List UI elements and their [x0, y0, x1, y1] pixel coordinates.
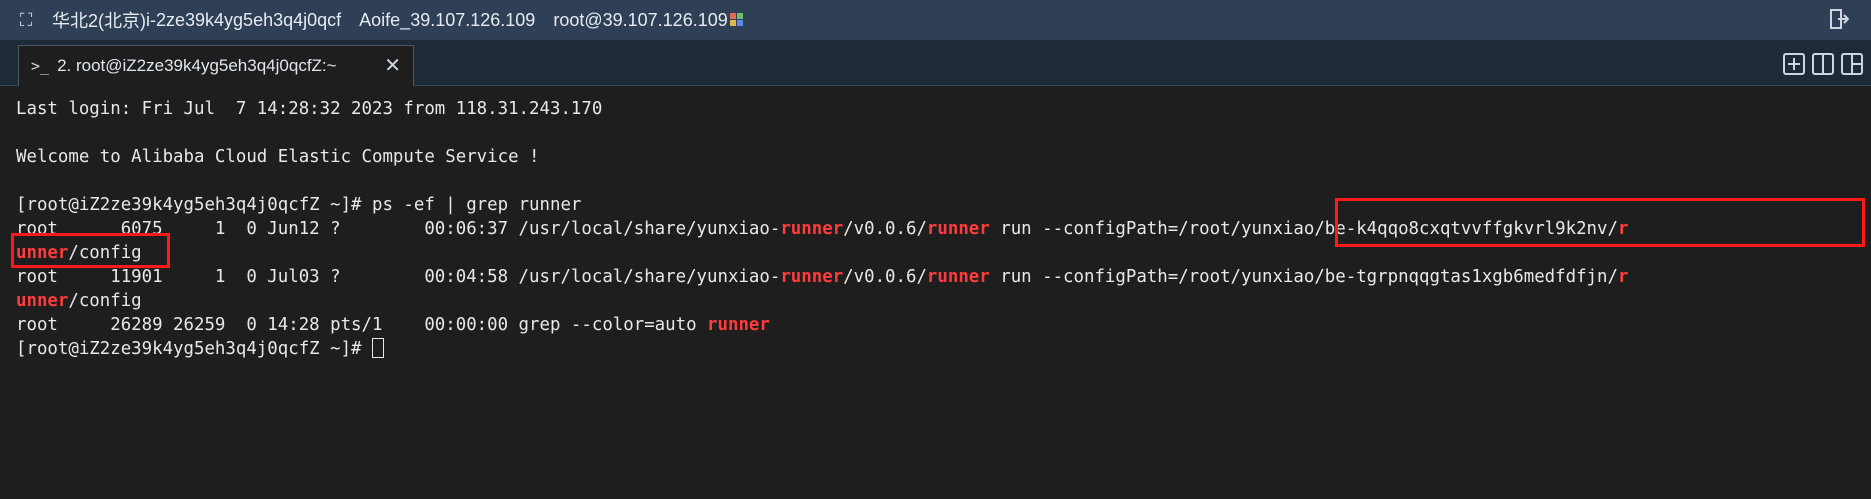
grep-match: runner	[780, 267, 844, 287]
process-text: /config	[68, 243, 142, 263]
process-text: root 26289 26259 0 14:28 pts/1 00:00:00 …	[16, 315, 708, 335]
grep-match: runner	[707, 315, 770, 335]
region-label: 华北2(北京)	[52, 11, 146, 31]
grep-match: r	[1617, 219, 1629, 239]
terminal-output[interactable]: Last login: Fri Jul 7 14:28:32 2023 from…	[0, 87, 1871, 499]
process-line-2: root 11901 1 0 Jul03 ? 00:04:58 /usr/loc…	[16, 265, 1871, 289]
user-host: root@39.107.126.109	[553, 9, 728, 30]
process-line-1-wrap: unner/config	[16, 241, 1871, 265]
process-text: /v0.0.6/	[843, 267, 927, 287]
process-text: run --configPath=/root/yunxiao/be-tgrpnq…	[989, 267, 1618, 287]
welcome-line: Welcome to Alibaba Cloud Elastic Compute…	[16, 147, 540, 167]
command-text: ps -ef | grep runner	[371, 195, 582, 215]
process-line-2-wrap: unner/config	[16, 289, 1871, 313]
instance-id: i-2ze39k4yg5eh3q4j0qcf	[146, 9, 342, 30]
process-text: run --configPath=/root/yunxiao/be-k4qqo8…	[989, 219, 1618, 239]
prompt: [root@iZ2ze39k4yg5eh3q4j0qcfZ ~]#	[16, 339, 372, 359]
grep-match: unner	[16, 291, 69, 311]
process-text: root 6075 1 0 Jun12 ? 00:06:37 /usr/loca…	[16, 219, 781, 239]
tab-bar: >_ 2. root@iZ2ze39k4yg5eh3q4j0qcfZ:~ ✕	[0, 40, 1871, 86]
title-bar: ⛶ 华北2(北京) i-2ze39k4yg5eh3q4j0qcf Aoife_3…	[0, 0, 1871, 40]
logout-icon[interactable]	[1829, 8, 1849, 30]
process-text: /config	[68, 291, 142, 311]
terminal-icon: >_	[31, 57, 50, 75]
final-prompt-line[interactable]: [root@iZ2ze39k4yg5eh3q4j0qcfZ ~]#	[16, 337, 1871, 361]
last-login-line: Last login: Fri Jul 7 14:28:32 2023 from…	[16, 99, 603, 119]
tab-actions	[1783, 53, 1863, 75]
split-vertical-icon[interactable]	[1812, 53, 1834, 75]
process-line-1: root 6075 1 0 Jun12 ? 00:06:37 /usr/loca…	[16, 217, 1871, 241]
close-icon[interactable]: ✕	[384, 53, 401, 78]
tab-label: 2. root@iZ2ze39k4yg5eh3q4j0qcfZ:~	[57, 56, 337, 75]
tab-terminal-session[interactable]: >_ 2. root@iZ2ze39k4yg5eh3q4j0qcfZ:~ ✕	[18, 45, 414, 86]
grep-match: runner	[926, 267, 990, 287]
status-badge-icon	[729, 13, 746, 29]
new-tab-icon[interactable]	[1783, 53, 1805, 75]
text-cursor	[371, 338, 384, 358]
server-name: Aoife_39.107.126.109	[359, 9, 536, 30]
grep-match: unner	[16, 243, 69, 263]
grep-match: runner	[780, 219, 844, 239]
grep-match: runner	[926, 219, 990, 239]
prompt: [root@iZ2ze39k4yg5eh3q4j0qcfZ ~]#	[16, 195, 372, 215]
grep-match: r	[1617, 267, 1629, 287]
process-text: /v0.0.6/	[843, 219, 927, 239]
command-line: [root@iZ2ze39k4yg5eh3q4j0qcfZ ~]# ps -ef…	[16, 193, 1871, 217]
split-grid-icon[interactable]	[1841, 53, 1863, 75]
fullscreen-icon[interactable]: ⛶	[0, 10, 52, 31]
process-text: root 11901 1 0 Jul03 ? 00:04:58 /usr/loc…	[16, 267, 781, 287]
process-line-3: root 26289 26259 0 14:28 pts/1 00:00:00 …	[16, 313, 1871, 337]
